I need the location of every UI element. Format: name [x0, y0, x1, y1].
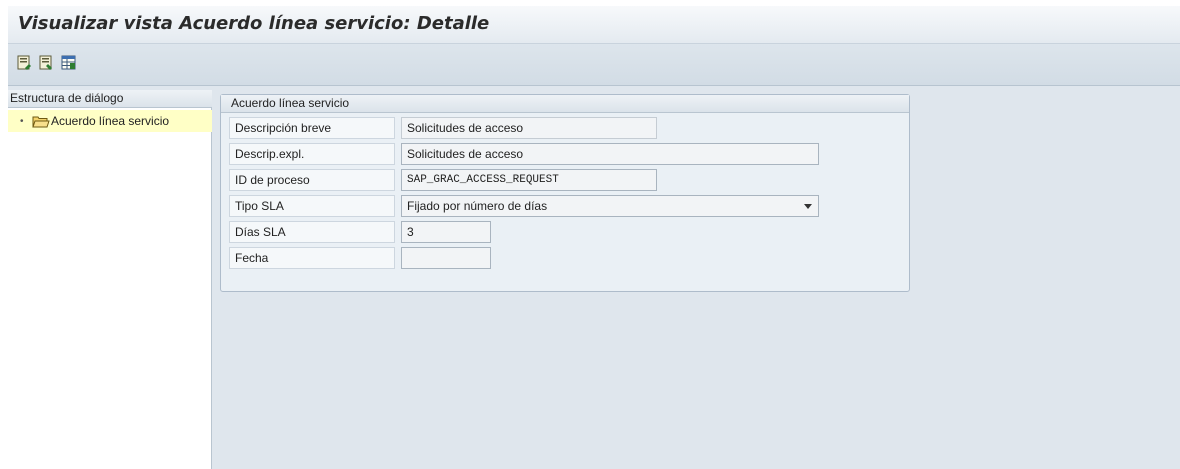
label-dias-sla: Días SLA	[229, 221, 395, 243]
dialog-structure-header: Estructura de diálogo	[8, 90, 212, 108]
dias-sla-field[interactable]: 3	[401, 221, 491, 243]
tipo-sla-dropdown[interactable]: Fijado por número de días	[401, 195, 819, 217]
folder-open-icon	[32, 115, 50, 128]
focus-marker	[402, 135, 405, 138]
window-title: Visualizar vista Acuerdo línea servicio:…	[18, 13, 490, 34]
display-previous-entry-icon[interactable]	[16, 54, 33, 71]
tree-item-acuerdo-linea-servicio[interactable]: • Acuerdo línea servicio	[8, 110, 212, 132]
label-descripcion-breve: Descripción breve	[229, 117, 395, 139]
dialog-structure-panel: Estructura de diálogo • Acuerdo línea se…	[8, 90, 212, 469]
display-next-entry-icon[interactable]	[38, 54, 55, 71]
descripcion-breve-value: Solicitudes de acceso	[407, 121, 524, 135]
chevron-down-icon[interactable]	[804, 204, 812, 209]
group-title: Acuerdo línea servicio	[221, 95, 909, 113]
label-fecha: Fecha	[229, 247, 395, 269]
focus-marker	[653, 118, 656, 121]
tree-bullet: •	[20, 115, 24, 127]
tipo-sla-value: Fijado por número de días	[407, 199, 548, 213]
table-view-icon[interactable]	[60, 54, 77, 71]
work-area: Estructura de diálogo • Acuerdo línea se…	[8, 86, 1180, 469]
label-id-de-proceso: ID de proceso	[229, 169, 395, 191]
tree-item-label: Acuerdo línea servicio	[51, 114, 170, 128]
descripcion-breve-field[interactable]: Solicitudes de acceso	[401, 117, 657, 139]
label-descrip-expl: Descrip.expl.	[229, 143, 395, 165]
application-toolbar	[8, 44, 1180, 86]
focus-marker	[653, 135, 656, 138]
label-tipo-sla: Tipo SLA	[229, 195, 395, 217]
detail-group-frame: Acuerdo línea servicio Descripción breve…	[220, 94, 910, 292]
descrip-expl-field[interactable]: Solicitudes de acceso	[401, 143, 819, 165]
title-bar: Visualizar vista Acuerdo línea servicio:…	[8, 6, 1180, 44]
focus-marker	[402, 118, 405, 121]
id-de-proceso-field[interactable]: SAP_GRAC_ACCESS_REQUEST	[401, 169, 657, 191]
fecha-field[interactable]	[401, 247, 491, 269]
